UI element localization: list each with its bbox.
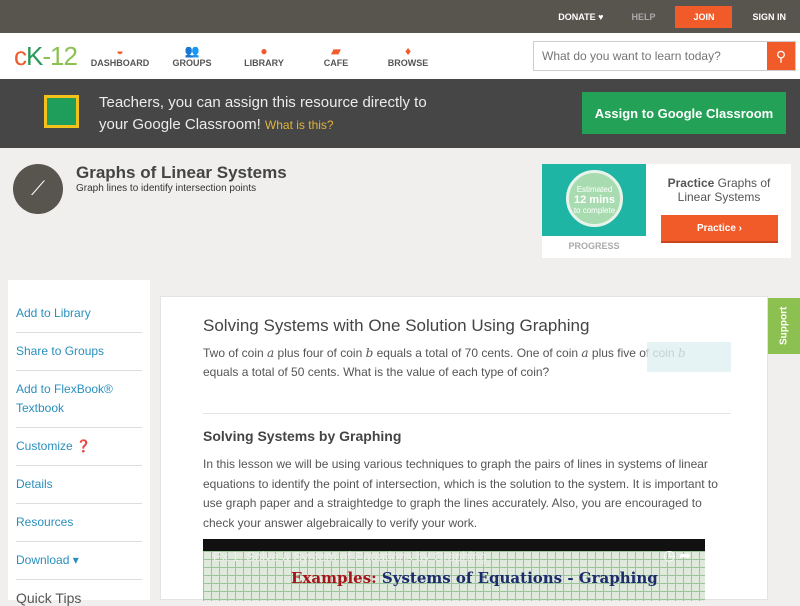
nav-label: CAFE [323,58,349,68]
search-icon: ⚲ [775,47,787,64]
support-tab[interactable]: Support [768,298,800,354]
add-to-flexbook[interactable]: Add to FlexBook® Textbook [16,371,142,428]
video-controls-icons[interactable]: ◷ ➦ [663,547,691,564]
divider [203,413,731,414]
nav-dashboard[interactable]: ◒ DASHBOARD [84,44,156,68]
slide-topic: Systems of Equations - Graphing [376,569,658,587]
sidebar: Add to Library Share to Groups Add to Fl… [8,280,150,606]
top-bar: DONATE ♥ HELP JOIN SIGN IN [0,0,800,33]
nav-browse[interactable]: ♦ BROWSE [372,44,444,68]
q-text: equals a total of 70 cents. One of coin [373,346,582,360]
graph-icon: ⟋ [13,164,63,214]
nav-label: DASHBOARD [90,58,150,68]
page-subtitle: Graph lines to identify intersection poi… [76,183,257,194]
chat-icon: ▰ [331,44,341,58]
practice-button[interactable]: Practice › [661,215,778,243]
slide-examples: Examples: [291,569,377,587]
q-var: a [581,346,589,360]
lesson-paragraph: In this lesson we will be using various … [203,457,718,530]
search-box: ⚲ [533,41,796,71]
progress-image: Estimated 12 mins to complete [542,164,646,236]
nav-label: LIBRARY [244,58,284,68]
google-classroom-icon [44,95,79,128]
backpack-icon: ● [260,44,268,58]
details[interactable]: Details [16,466,142,504]
practice-title: Practice Graphs of Linear Systems [652,176,786,204]
assign-to-classroom-button[interactable]: Assign to Google Classroom [582,92,786,134]
banner-text: Teachers, you can assign this resource d… [99,92,429,136]
search-input[interactable] [534,42,767,70]
estimate-circle: Estimated 12 mins to complete [566,170,623,227]
groups-icon: 👥 [184,44,200,58]
estimate-time: 12 mins [574,194,615,206]
resources[interactable]: Resources [16,504,142,542]
help-link[interactable]: HELP [631,12,655,22]
nav-groups[interactable]: 👥 GROUPS [156,44,228,68]
practice-bold: Practice [667,176,715,190]
customize[interactable]: Customize ❓ [16,428,142,466]
nav-cafe[interactable]: ▰ CAFE [300,44,372,68]
download[interactable]: Download ▾ [16,542,142,580]
estimate-label: Estimated [576,185,613,194]
q-text: plus four of coin [274,346,366,360]
main-content: Solving Systems with One Solution Using … [160,296,768,601]
question-text: Two of coin a plus four of coin b equals… [203,344,713,382]
ck12-logo[interactable]: cK-12 [14,41,84,72]
video-player[interactable]: Ex 1: Solve a System of Equations by Gra… [203,539,705,601]
subsection-heading: Solving Systems by Graphing [203,428,402,444]
progress-label: PROGRESS [568,241,620,251]
section-heading: Solving Systems with One Solution Using … [203,316,590,335]
quick-tips[interactable]: Quick Tips [16,580,142,606]
donate-link[interactable]: DONATE ♥ [558,12,603,22]
q-text: Two of coin [203,346,268,360]
q-text: equals a total of 50 cents. What is the … [203,365,550,379]
annotation-tools[interactable] [647,342,731,372]
logo-c: c [14,40,27,71]
video-title[interactable]: Ex 1: Solve a System of Equations by Gra… [213,549,487,564]
banner-message: Teachers, you can assign this resource d… [99,94,427,133]
search-button[interactable]: ⚲ [767,42,795,70]
main-nav: cK-12 ◒ DASHBOARD 👥 GROUPS ● LIBRARY ▰ CAFE … [0,33,800,79]
nav-label: BROWSE [387,58,429,68]
what-is-this-link[interactable]: What is this? [265,118,334,132]
logo-k: K [26,40,43,71]
lightbulb-icon: ♦ [404,44,412,58]
practice-card: Estimated 12 mins to complete PROGRESS Pra… [542,164,791,258]
estimate-suffix: to complete [573,206,616,215]
join-button[interactable]: JOIN [675,5,733,28]
page-title: Graphs of Linear Systems [76,163,287,182]
share-to-groups[interactable]: Share to Groups [16,333,142,371]
dashboard-icon: ◒ [116,44,124,58]
nav-library[interactable]: ● LIBRARY [228,44,300,68]
google-classroom-banner: Teachers, you can assign this resource d… [0,79,800,148]
video-slide-title: Examples: Systems of Equations - Graphin… [291,569,658,587]
nav-label: GROUPS [172,58,212,68]
add-to-library[interactable]: Add to Library [16,280,142,333]
sign-in-link[interactable]: SIGN IN [752,12,786,22]
logo-12: -12 [42,40,78,71]
